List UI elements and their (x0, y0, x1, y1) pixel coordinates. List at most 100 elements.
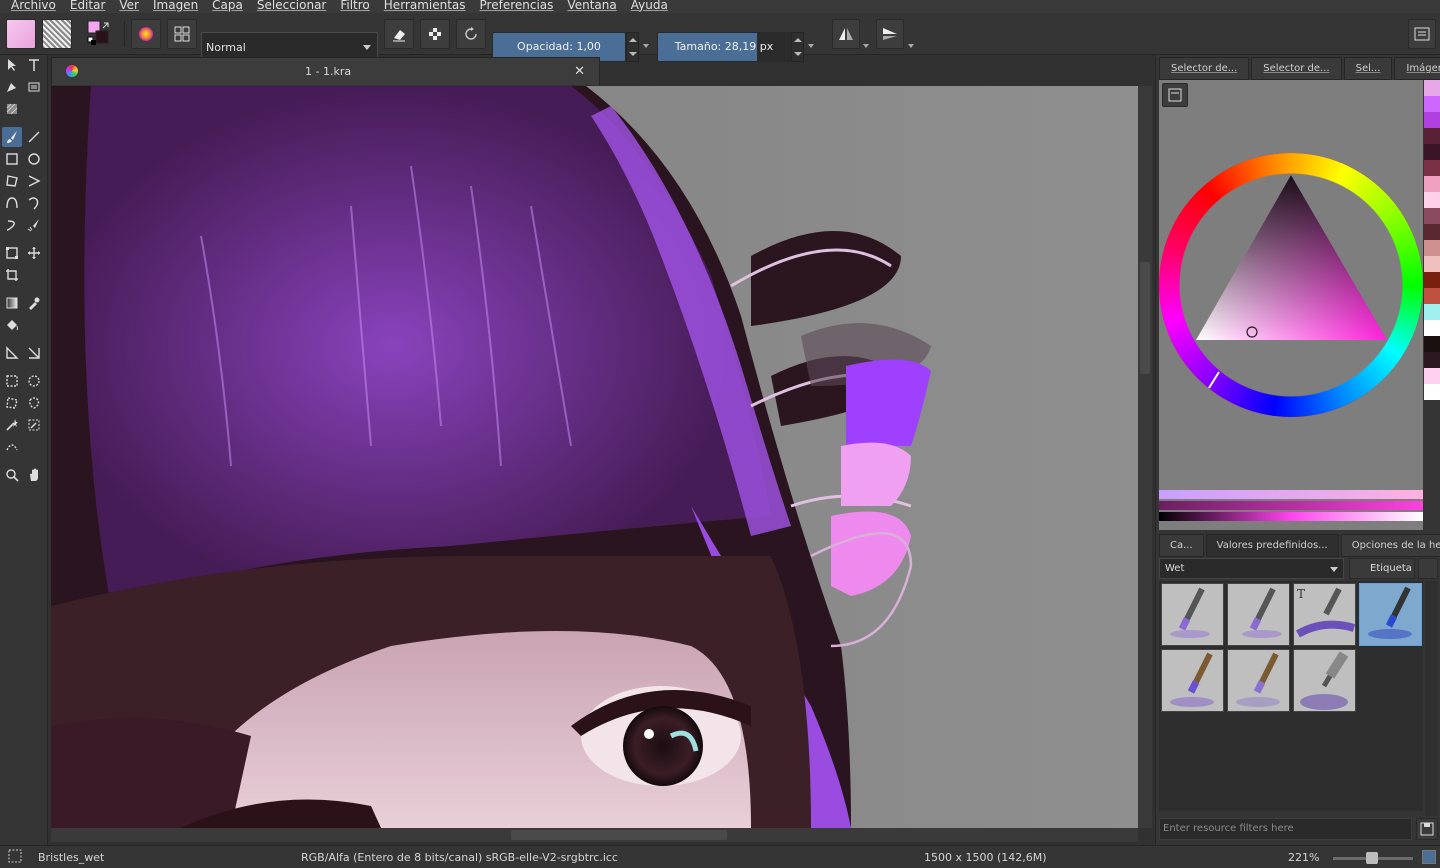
menu-item[interactable]: Archivo (11, 0, 56, 11)
saturation-slider[interactable] (1159, 501, 1423, 510)
color-palette-strip[interactable] (1424, 80, 1440, 400)
palette-swatch[interactable] (1424, 80, 1440, 96)
scroll-thumb[interactable] (1140, 262, 1150, 374)
text-tool-icon[interactable] (24, 55, 44, 75)
preset-scrollbar[interactable] (1425, 581, 1438, 816)
docker-tab[interactable]: Ca... (1159, 534, 1204, 557)
docker-tab[interactable]: Selector de... (1159, 57, 1250, 80)
fill-tool-icon[interactable] (2, 315, 22, 335)
calligraphy-tool-icon[interactable] (24, 77, 44, 97)
color-picker-tool-icon[interactable] (24, 293, 44, 313)
opacity-dropdown-icon[interactable] (643, 44, 649, 48)
palette-swatch[interactable] (1424, 208, 1440, 224)
mirror-vertical-icon[interactable] (876, 19, 904, 49)
palette-swatch[interactable] (1424, 160, 1440, 176)
freehand-path-tool-icon[interactable] (24, 193, 44, 213)
fg-bg-color-icon[interactable] (86, 19, 116, 49)
preset-view-menu-icon[interactable] (1418, 558, 1438, 579)
size-spinner[interactable] (791, 32, 804, 62)
palette-swatch[interactable] (1424, 320, 1440, 336)
bezier-tool-icon[interactable] (2, 193, 22, 213)
docker-menu-icon[interactable] (1408, 19, 1436, 49)
brush-preset-item[interactable]: T (1293, 583, 1356, 646)
palette-swatch[interactable] (1424, 96, 1440, 112)
menu-item[interactable]: Herramientas (384, 0, 466, 11)
menu-item[interactable]: Filtro (340, 0, 369, 11)
color-selector-settings-icon[interactable] (1162, 83, 1188, 107)
gradient-tool-icon[interactable] (2, 293, 22, 313)
palette-swatch[interactable] (1424, 144, 1440, 160)
palette-swatch[interactable] (1424, 352, 1440, 368)
palette-swatch[interactable] (1424, 192, 1440, 208)
crop-tool-icon[interactable] (2, 265, 22, 285)
mirror-horizontal-icon[interactable] (832, 19, 860, 49)
brush-preset-item[interactable] (1161, 649, 1224, 712)
brush-preset-item[interactable] (1227, 649, 1290, 712)
brush-preset-grid-icon[interactable] (167, 19, 197, 49)
assistant-tool-icon[interactable] (2, 343, 22, 363)
rectangle-tool-icon[interactable] (2, 149, 22, 169)
docker-tab[interactable]: Opciones de la he... (1340, 534, 1440, 557)
palette-swatch[interactable] (1424, 288, 1440, 304)
menu-item[interactable]: Preferencias (480, 0, 554, 11)
multibrush-tool-icon[interactable] (24, 215, 44, 235)
zoom-tool-icon[interactable] (2, 465, 22, 485)
brush-texture-swatch[interactable] (42, 19, 72, 49)
palette-swatch[interactable] (1424, 240, 1440, 256)
alpha-lock-icon[interactable] (420, 19, 450, 49)
reload-preset-icon[interactable] (456, 19, 486, 49)
polyline-tool-icon[interactable] (24, 171, 44, 191)
transform-tool-icon[interactable] (2, 243, 22, 263)
menu-item[interactable]: Editar (70, 0, 106, 11)
palette-swatch[interactable] (1424, 176, 1440, 192)
line-tool-icon[interactable] (24, 127, 44, 147)
palette-swatch[interactable] (1424, 336, 1440, 352)
brush-preset-item[interactable] (1227, 583, 1290, 646)
docker-tab[interactable]: Sel... (1343, 57, 1393, 80)
canvas-vertical-scrollbar[interactable] (1138, 86, 1152, 828)
measure-tool-icon[interactable] (24, 343, 44, 363)
brush-preset-item[interactable] (1161, 583, 1224, 646)
docker-tab[interactable]: Selector de... (1251, 57, 1342, 80)
polygonal-selection-icon[interactable] (2, 393, 22, 413)
rectangular-selection-icon[interactable] (2, 371, 22, 391)
tag-button[interactable]: Etiqueta (1349, 558, 1415, 579)
mirror-vertical-dropdown-icon[interactable] (908, 44, 914, 48)
ellipse-tool-icon[interactable] (24, 149, 44, 169)
magic-wand-selection-icon[interactable] (2, 415, 22, 435)
pan-tool-icon[interactable] (24, 465, 44, 485)
palette-swatch[interactable] (1424, 304, 1440, 320)
preset-tag-select[interactable]: Wet (1159, 558, 1344, 579)
hue-slider[interactable] (1159, 490, 1423, 499)
canvas-only-icon[interactable] (1422, 850, 1436, 864)
palette-swatch[interactable] (1424, 128, 1440, 144)
brush-pattern-swatch[interactable] (6, 19, 36, 49)
scroll-thumb[interactable] (511, 830, 727, 840)
eraser-icon[interactable] (384, 19, 414, 49)
advanced-color-selector[interactable] (1159, 80, 1423, 530)
zoom-slider-handle[interactable] (1366, 852, 1378, 864)
canvas-horizontal-scrollbar[interactable] (51, 828, 1138, 842)
close-document-icon[interactable]: ✕ (574, 64, 585, 79)
opacity-spinner[interactable] (626, 32, 639, 62)
save-filter-icon[interactable] (1416, 818, 1438, 840)
menu-item[interactable]: Ayuda (631, 0, 668, 11)
elliptical-selection-icon[interactable] (24, 371, 44, 391)
freehand-selection-icon[interactable] (24, 393, 44, 413)
selection-mode-icon[interactable] (8, 849, 22, 866)
document-tab[interactable]: 1 - 1.kra ✕ (51, 57, 600, 85)
freehand-brush-tool-icon[interactable] (2, 127, 22, 147)
palette-swatch[interactable] (1424, 384, 1440, 400)
palette-swatch[interactable] (1424, 256, 1440, 272)
select-shapes-tool-icon[interactable] (2, 55, 22, 75)
gradient-icon[interactable] (131, 19, 161, 49)
similar-color-selection-icon[interactable] (24, 415, 44, 435)
brush-preset-item[interactable] (1293, 649, 1356, 712)
resource-filter-input[interactable]: Enter resource filters here (1159, 818, 1412, 840)
polygon-tool-icon[interactable] (2, 171, 22, 191)
opacity-slider[interactable]: Opacidad: 1,00 (492, 32, 626, 62)
canvas[interactable] (51, 86, 1138, 828)
menu-item[interactable]: Ventana (567, 0, 616, 11)
menu-item[interactable]: Ver (119, 0, 139, 11)
dynamic-brush-tool-icon[interactable] (2, 215, 22, 235)
